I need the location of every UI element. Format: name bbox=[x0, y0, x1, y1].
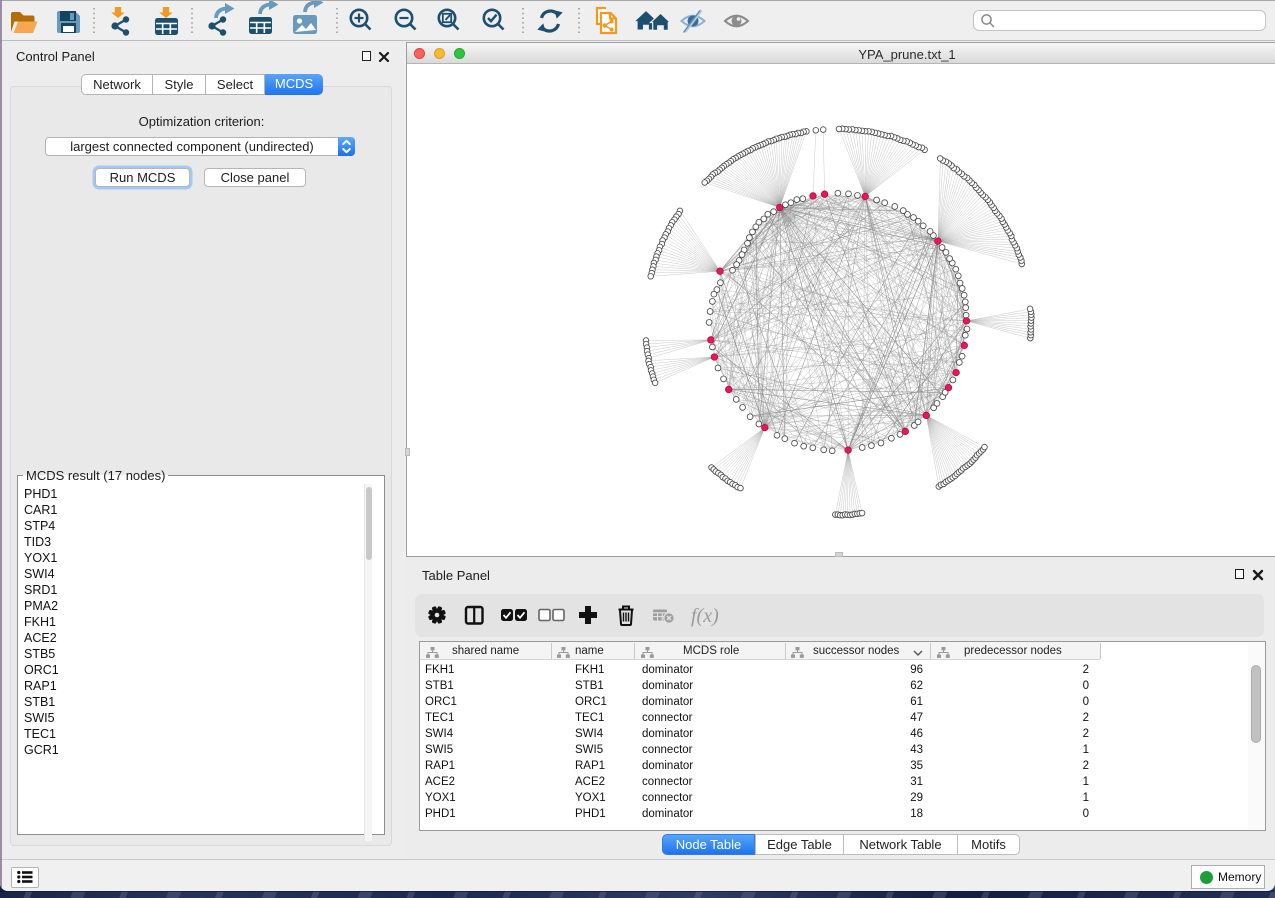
svg-text:f(x): f(x) bbox=[691, 605, 719, 627]
